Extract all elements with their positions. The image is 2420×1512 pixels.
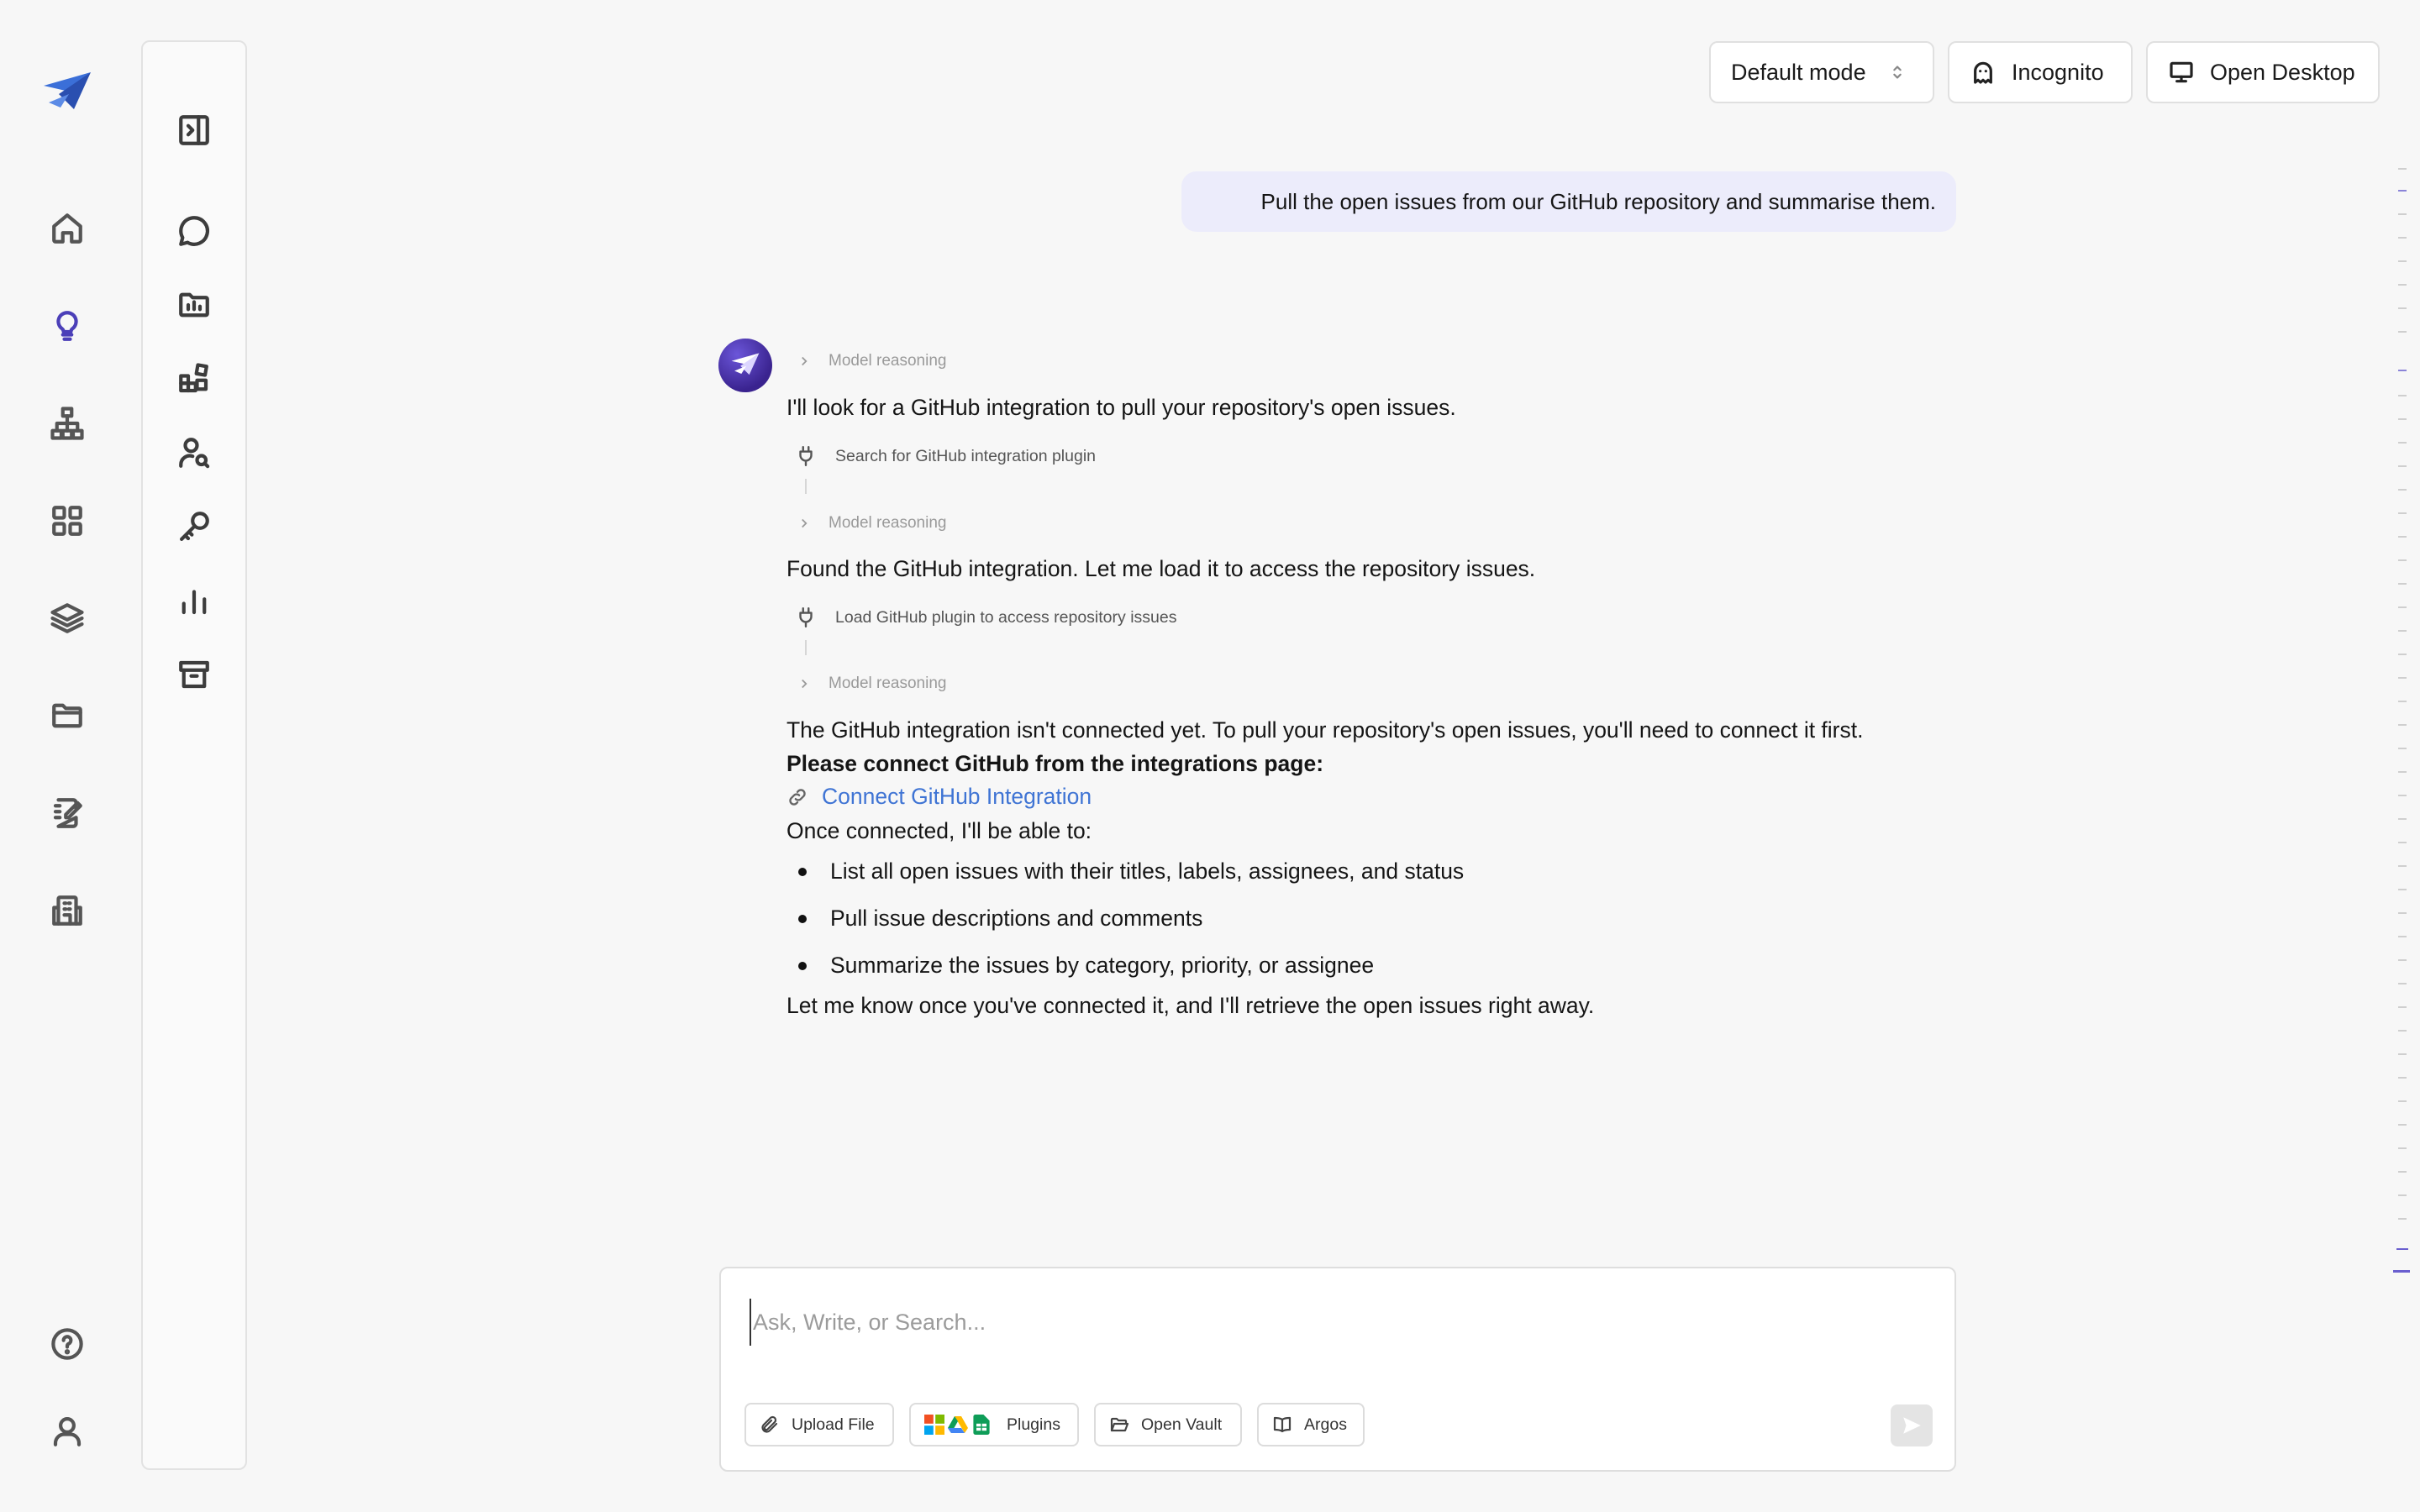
- argos-label: Argos: [1304, 1415, 1347, 1434]
- reasoning-label: Model reasoning: [829, 675, 947, 692]
- monitor-icon: [2168, 59, 2195, 86]
- connect-github-link[interactable]: Connect GitHub Integration: [822, 784, 1092, 810]
- tool-call-label: Search for GitHub integration plugin: [835, 446, 1097, 465]
- mode-selector[interactable]: Default mode: [1709, 41, 1934, 103]
- chat-bubble-icon[interactable]: [168, 205, 220, 257]
- logo-icon: [731, 353, 760, 375]
- send-button[interactable]: [1891, 1404, 1933, 1446]
- folder-icon[interactable]: [42, 690, 92, 741]
- assistant-avatar: [718, 339, 772, 392]
- open-desktop-label: Open Desktop: [2210, 59, 2355, 85]
- incognito-label: Incognito: [2012, 59, 2104, 85]
- model-reasoning-toggle[interactable]: Model reasoning: [797, 348, 946, 375]
- home-icon[interactable]: [42, 203, 92, 254]
- lightbulb-icon[interactable]: [42, 301, 92, 351]
- sitemap-icon[interactable]: [42, 398, 92, 449]
- tool-call-label: Load GitHub plugin to access repository …: [835, 607, 1177, 627]
- upload-file-label: Upload File: [792, 1415, 875, 1434]
- folder-open-icon: [1110, 1417, 1129, 1432]
- chevron-right-icon: [802, 518, 808, 528]
- open-vault-label: Open Vault: [1141, 1415, 1223, 1434]
- open-vault-button[interactable]: Open Vault: [1094, 1403, 1242, 1446]
- user-icon[interactable]: [42, 1406, 92, 1457]
- conversation-minimap[interactable]: [2393, 160, 2413, 1285]
- paperclip-icon: [761, 1415, 778, 1433]
- tool-call[interactable]: Load GitHub plugin to access repository …: [795, 603, 1176, 632]
- user-message-text: Pull the open issues from our GitHub rep…: [1260, 188, 1936, 214]
- send-icon: [1903, 1417, 1921, 1434]
- plugin-logos-icon: [924, 1415, 992, 1435]
- ghost-icon: [1970, 59, 1996, 86]
- plug-icon: [799, 606, 813, 628]
- primary-rail: [0, 0, 134, 1512]
- tool-connector: [805, 640, 807, 655]
- tool-call[interactable]: Search for GitHub integration plugin: [795, 442, 1096, 470]
- reasoning-label: Model reasoning: [829, 514, 947, 532]
- assistant-message: The GitHub integration isn't connected y…: [786, 717, 1864, 743]
- key-icon[interactable]: [168, 501, 220, 553]
- archive-icon[interactable]: [168, 648, 220, 701]
- user-search-icon[interactable]: [168, 427, 220, 479]
- list-item: List all open issues with their titles, …: [798, 858, 1464, 885]
- mode-label: Default mode: [1731, 59, 1866, 85]
- chevron-right-icon: [802, 356, 808, 366]
- link-icon: [789, 788, 806, 806]
- assistant-message: Found the GitHub integration. Let me loa…: [786, 556, 1536, 581]
- open-desktop-button[interactable]: Open Desktop: [2146, 41, 2380, 103]
- chevron-up-down-icon: [1888, 63, 1907, 81]
- assistant-message: Once connected, I'll be able to:: [786, 818, 1092, 843]
- widgets-icon[interactable]: [168, 353, 220, 405]
- tool-connector: [805, 479, 807, 494]
- chevron-right-icon: [802, 679, 808, 689]
- sidebar-toggle-icon[interactable]: [168, 104, 220, 156]
- assistant-message-bold: Please connect GitHub from the integrati…: [786, 751, 1324, 776]
- list-item: Summarize the issues by category, priori…: [798, 953, 1374, 979]
- secondary-sidebar: [141, 40, 247, 1470]
- layers-icon[interactable]: [42, 593, 92, 643]
- upload-file-button[interactable]: Upload File: [744, 1403, 894, 1446]
- reasoning-label: Model reasoning: [829, 352, 947, 370]
- assistant-message: Let me know once you've connected it, an…: [786, 993, 1595, 1018]
- help-icon[interactable]: [42, 1319, 92, 1369]
- plugins-button[interactable]: Plugins: [909, 1403, 1079, 1446]
- book-open-icon: [1273, 1416, 1292, 1433]
- user-message: Pull the open issues from our GitHub rep…: [1181, 171, 1956, 232]
- connect-link-row: Connect GitHub Integration: [786, 784, 1092, 810]
- logo-icon[interactable]: [40, 69, 94, 118]
- building-icon[interactable]: [42, 885, 92, 936]
- plug-icon: [799, 445, 813, 467]
- model-reasoning-toggle[interactable]: Model reasoning: [797, 670, 946, 697]
- prompt-input[interactable]: [750, 1299, 1914, 1346]
- model-reasoning-toggle[interactable]: Model reasoning: [797, 510, 946, 537]
- folder-chart-icon[interactable]: [168, 279, 220, 331]
- composer: Upload File Plugins Open Vault Argos: [719, 1267, 1956, 1472]
- assistant-message: I'll look for a GitHub integration to pu…: [786, 395, 1456, 420]
- notebook-icon[interactable]: [42, 788, 92, 838]
- argos-button[interactable]: Argos: [1257, 1403, 1365, 1446]
- list-item: Pull issue descriptions and comments: [798, 906, 1202, 932]
- plugins-label: Plugins: [1007, 1415, 1060, 1434]
- bar-chart-icon[interactable]: [168, 575, 220, 627]
- grid-icon[interactable]: [42, 496, 92, 546]
- incognito-button[interactable]: Incognito: [1948, 41, 2133, 103]
